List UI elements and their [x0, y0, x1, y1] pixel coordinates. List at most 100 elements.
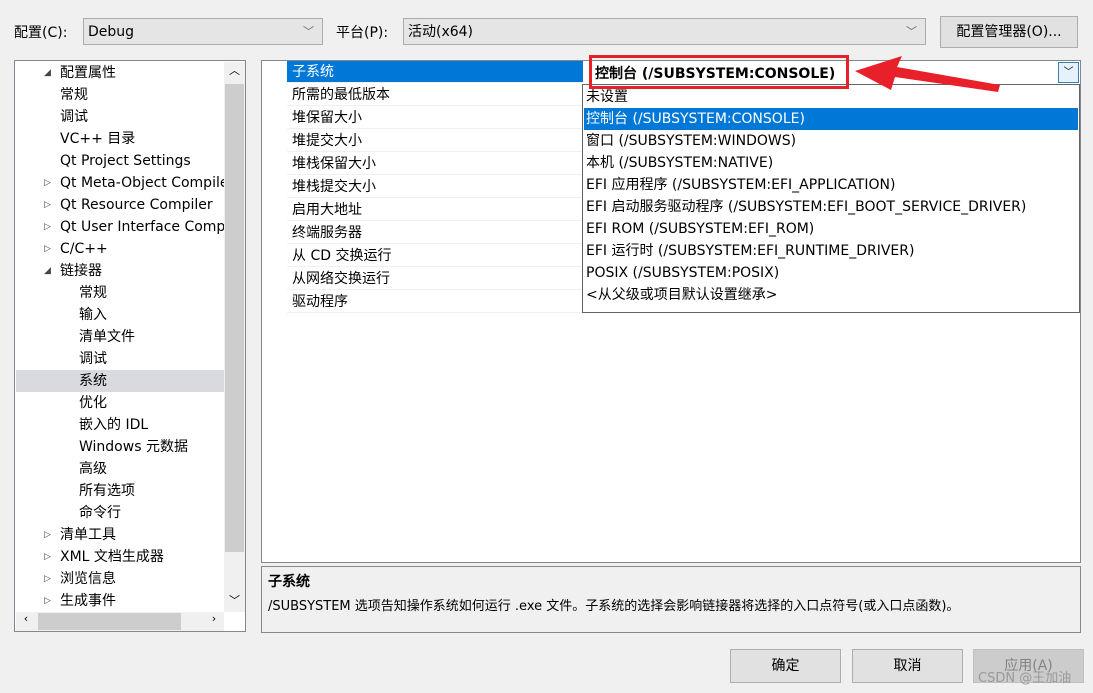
chevron-down-icon: ﹀	[906, 25, 917, 38]
tree-item[interactable]: 命令行	[16, 502, 224, 524]
tree-item[interactable]: Qt Project Settings	[16, 150, 224, 172]
hscroll-thumb[interactable]	[38, 613, 181, 630]
platform-label: 平台(P):	[336, 25, 389, 41]
tree-item-label: 清单文件	[79, 329, 135, 345]
property-row[interactable]: 终端服务器	[287, 222, 584, 244]
tree-item-label: 嵌入的 IDL	[79, 417, 149, 433]
cancel-button[interactable]: 取消	[852, 649, 963, 683]
tree-item-label: 浏览信息	[60, 571, 116, 587]
annotation-arrow-icon	[855, 56, 1000, 92]
tree-item-label: Qt Resource Compiler	[60, 197, 213, 213]
property-row[interactable]: 堆保留大小	[287, 107, 584, 129]
tree-item-label: 清单工具	[60, 527, 116, 543]
tree-item[interactable]: ▷ Qt User Interface Compiler	[16, 216, 224, 238]
tree-item[interactable]: Windows 元数据	[16, 436, 224, 458]
tree-item[interactable]: 清单文件	[16, 326, 224, 348]
expand-arrow-icon[interactable]: ▷	[44, 194, 51, 216]
scroll-up-icon[interactable]: ︿	[224, 62, 245, 82]
dropdown-option[interactable]: 控制台 (/SUBSYSTEM:CONSOLE)	[584, 108, 1078, 130]
config-combo[interactable]: Debug ﹀	[83, 18, 323, 45]
tree-item[interactable]: ▷ C/C++	[16, 238, 224, 260]
property-row[interactable]: 所需的最低版本	[287, 84, 584, 106]
tree-item[interactable]: 优化	[16, 392, 224, 414]
property-row[interactable]: 堆栈保留大小	[287, 153, 584, 175]
dropdown-option[interactable]: EFI ROM (/SUBSYSTEM:EFI_ROM)	[584, 218, 1078, 240]
tree-item[interactable]: VC++ 目录	[16, 128, 224, 150]
dropdown-option[interactable]: EFI 运行时 (/SUBSYSTEM:EFI_RUNTIME_DRIVER)	[584, 240, 1078, 262]
tree-item-label: 链接器	[60, 263, 102, 279]
tree-item-label: 调试	[79, 351, 107, 367]
tree-item[interactable]: ▷ Qt Resource Compiler	[16, 194, 224, 216]
expand-arrow-icon[interactable]: ▷	[44, 524, 51, 546]
tree-item-label: 调试	[60, 109, 88, 125]
property-row[interactable]: 从 CD 交换运行	[287, 245, 584, 267]
tree-item[interactable]: ▷ Qt Meta-Object Compiler	[16, 172, 224, 194]
annotation-highlight-box	[589, 55, 849, 89]
tree-item-label: C/C++	[60, 241, 108, 257]
expand-arrow-icon[interactable]: ▷	[44, 546, 51, 568]
tree-item-label: 常规	[79, 285, 107, 301]
ok-button[interactable]: 确定	[730, 649, 841, 683]
tree-item-label: XML 文档生成器	[60, 549, 164, 565]
expand-arrow-icon[interactable]: ▷	[44, 216, 51, 238]
horizontal-scrollbar[interactable]: ‹ ›	[16, 612, 224, 631]
scroll-right-icon[interactable]: ›	[204, 612, 224, 625]
collapse-arrow-icon[interactable]: ◢	[44, 62, 51, 84]
platform-value: 活动(x64)	[408, 24, 474, 40]
tree-item[interactable]: 常规	[16, 282, 224, 304]
tree-item[interactable]: ▷ 清单工具	[16, 524, 224, 546]
property-tree[interactable]: ◢ 配置属性 常规 调试 VC++ 目录 Qt Project Settings ▷ Qt M…	[14, 60, 246, 632]
collapse-arrow-icon[interactable]: ◢	[44, 260, 51, 282]
tree-item[interactable]: 输入	[16, 304, 224, 326]
tree-item[interactable]: ▷ 生成事件	[16, 590, 224, 612]
tree-item[interactable]: 嵌入的 IDL	[16, 414, 224, 436]
tree-item-label: Qt Meta-Object Compiler	[60, 175, 224, 191]
tree-item-label: 所有选项	[79, 483, 135, 499]
property-row[interactable]: 从网络交换运行	[287, 268, 584, 290]
expand-arrow-icon[interactable]: ▷	[44, 172, 51, 194]
tree-item-label: 常规	[60, 87, 88, 103]
tree-item[interactable]: 所有选项	[16, 480, 224, 502]
config-label: 配置(C):	[14, 25, 68, 41]
vertical-scrollbar[interactable]: ︿ ﹀	[224, 62, 245, 612]
property-row[interactable]: 启用大地址	[287, 199, 584, 221]
tree-item-label: 生成事件	[60, 593, 116, 609]
tree-item[interactable]: 系统	[16, 370, 224, 392]
property-row[interactable]: 驱动程序	[287, 291, 584, 313]
platform-combo[interactable]: 活动(x64) ﹀	[403, 18, 926, 45]
property-row[interactable]: 堆栈提交大小	[287, 176, 584, 198]
scroll-down-icon[interactable]: ﹀	[224, 592, 245, 612]
scrollbar-thumb[interactable]	[225, 84, 244, 552]
config-manager-button[interactable]: 配置管理器(O)...	[940, 16, 1078, 48]
expand-arrow-icon[interactable]: ▷	[44, 568, 51, 590]
tree-item[interactable]: 调试	[16, 106, 224, 128]
property-row[interactable]: 堆提交大小	[287, 130, 584, 152]
subsystem-dropdown-list[interactable]: 未设置 控制台 (/SUBSYSTEM:CONSOLE) 窗口 (/SUBSYSTE…	[582, 84, 1080, 313]
scroll-left-icon[interactable]: ‹	[16, 612, 36, 625]
expand-arrow-icon[interactable]: ▷	[44, 238, 51, 260]
tree-item-label: 输入	[79, 307, 107, 323]
property-row[interactable]: 子系统	[287, 61, 584, 83]
dropdown-option[interactable]: 本机 (/SUBSYSTEM:NATIVE)	[584, 152, 1078, 174]
tree-item[interactable]: ▷ 浏览信息	[16, 568, 224, 590]
dropdown-option[interactable]: POSIX (/SUBSYSTEM:POSIX)	[584, 262, 1078, 284]
tree-item[interactable]: ◢ 配置属性	[16, 62, 224, 84]
tree-item[interactable]: 调试	[16, 348, 224, 370]
tree-item-label: Windows 元数据	[79, 439, 188, 455]
tree-item-label: Qt User Interface Compiler	[60, 219, 224, 235]
dropdown-option[interactable]: 窗口 (/SUBSYSTEM:WINDOWS)	[584, 130, 1078, 152]
chevron-down-icon[interactable]: ﹀	[1058, 62, 1079, 83]
dropdown-option[interactable]: EFI 启动服务驱动程序 (/SUBSYSTEM:EFI_BOOT_SERVIC…	[584, 196, 1078, 218]
tree-item[interactable]: ◢ 链接器	[16, 260, 224, 282]
expand-arrow-icon[interactable]: ▷	[44, 590, 51, 612]
tree-item-label: Qt Project Settings	[60, 153, 191, 169]
tree-item-label: 系统	[79, 373, 107, 389]
tree-item[interactable]: 高级	[16, 458, 224, 480]
description-title: 子系统	[268, 574, 310, 590]
dropdown-option[interactable]: <从父级或项目默认设置继承>	[584, 284, 1078, 306]
tree-item-label: VC++ 目录	[60, 131, 136, 147]
tree-item[interactable]: ▷ XML 文档生成器	[16, 546, 224, 568]
dropdown-option[interactable]: EFI 应用程序 (/SUBSYSTEM:EFI_APPLICATION)	[584, 174, 1078, 196]
chevron-down-icon: ﹀	[303, 25, 314, 38]
tree-item[interactable]: 常规	[16, 84, 224, 106]
